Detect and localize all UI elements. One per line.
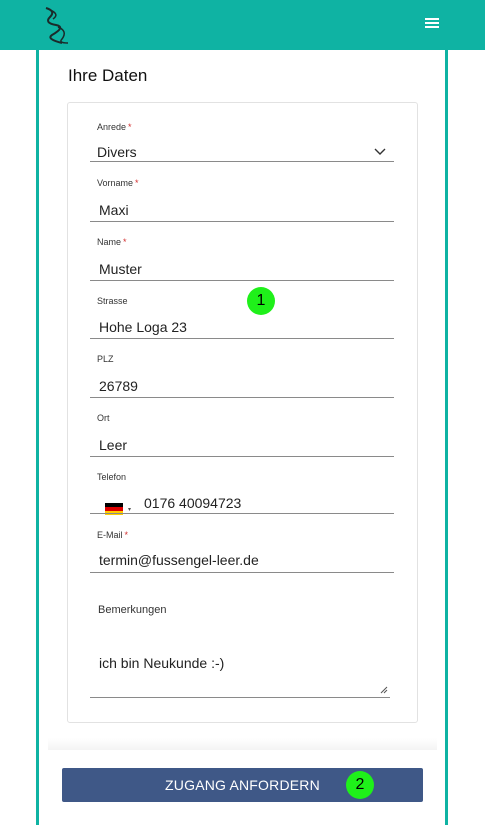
resize-handle-icon[interactable] xyxy=(380,686,388,694)
strasse-input[interactable]: Hohe Loga 23 xyxy=(99,319,187,335)
telefon-underline xyxy=(90,513,394,514)
email-input[interactable]: termin@fussengel-leer.de xyxy=(99,552,259,568)
strasse-underline xyxy=(90,338,394,339)
anrede-select[interactable]: Anrede * Divers xyxy=(90,120,394,162)
plz-underline xyxy=(90,397,394,398)
country-caret-icon[interactable]: ▾ xyxy=(128,506,131,513)
ort-underline xyxy=(90,456,394,457)
fussengel-logo-icon[interactable] xyxy=(40,5,76,45)
vorname-field[interactable]: Vorname * Maxi xyxy=(90,176,394,222)
email-label: E-Mail * xyxy=(97,530,129,540)
plz-field[interactable]: PLZ 26789 xyxy=(90,352,394,398)
bemerkungen-underline xyxy=(90,697,390,698)
name-underline xyxy=(90,280,394,281)
strasse-label: Strasse xyxy=(97,296,128,306)
email-field[interactable]: E-Mail * termin@fussengel-leer.de xyxy=(90,528,394,574)
card-footer-shade xyxy=(48,738,437,750)
name-field[interactable]: Name * Muster xyxy=(90,235,394,281)
anrede-underline xyxy=(90,161,394,162)
strasse-field[interactable]: Strasse Hohe Loga 23 xyxy=(90,294,394,340)
ort-input[interactable]: Leer xyxy=(99,437,127,453)
top-navigation-bar xyxy=(0,0,485,50)
bemerkungen-label: Bemerkungen xyxy=(98,604,167,616)
name-label: Name * xyxy=(97,237,127,247)
section-title: Ihre Daten xyxy=(68,66,148,85)
vorname-label: Vorname * xyxy=(97,178,139,188)
plz-label: PLZ xyxy=(97,354,114,364)
telefon-label: Telefon xyxy=(97,472,127,482)
ort-label: Ort xyxy=(97,413,110,423)
hamburger-menu-icon[interactable] xyxy=(424,16,442,32)
bemerkungen-textarea[interactable]: ich bin Neukunde :-) xyxy=(90,640,390,698)
left-border-rail xyxy=(36,50,39,825)
right-border-rail xyxy=(445,50,448,825)
annotation-marker-2: 2 xyxy=(346,771,374,799)
anrede-value: Divers xyxy=(97,144,137,160)
name-input[interactable]: Muster xyxy=(99,261,142,277)
email-underline xyxy=(90,572,394,573)
anrede-label: Anrede * xyxy=(97,122,132,132)
plz-input[interactable]: 26789 xyxy=(99,378,138,394)
telefon-field[interactable]: Telefon ▾ 0176 40094723 xyxy=(90,470,394,515)
vorname-underline xyxy=(90,221,394,222)
telefon-input[interactable]: 0176 40094723 xyxy=(144,495,241,511)
vorname-input[interactable]: Maxi xyxy=(99,202,129,218)
chevron-down-icon[interactable] xyxy=(374,148,386,156)
annotation-marker-1: 1 xyxy=(247,287,275,315)
ort-field[interactable]: Ort Leer xyxy=(90,411,394,457)
bemerkungen-text: ich bin Neukunde :-) xyxy=(99,655,225,671)
